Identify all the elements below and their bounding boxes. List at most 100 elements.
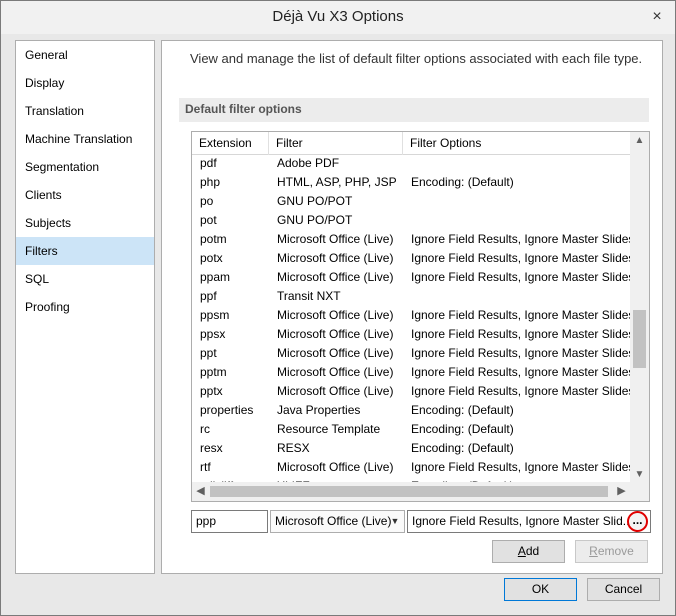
table-row[interactable]: properties Java Properties Encoding: (Defa… xyxy=(192,401,630,420)
table-row[interactable]: potm Microsoft Office (Live) Ignore Field … xyxy=(192,230,630,249)
filters-panel: View and manage the list of default filt… xyxy=(161,40,663,574)
cell-filter: Resource Template xyxy=(277,422,381,436)
vertical-scroll-thumb[interactable] xyxy=(633,310,646,368)
cell-extension: pptx xyxy=(200,384,223,398)
table-row[interactable]: ppam Microsoft Office (Live) Ignore Field … xyxy=(192,268,630,287)
column-header-filter[interactable]: Filter xyxy=(269,132,403,155)
nav-item-sql[interactable]: SQL xyxy=(16,265,154,293)
cell-filter: Microsoft Office (Live) xyxy=(277,384,394,398)
nav-item-clients[interactable]: Clients xyxy=(16,181,154,209)
scrollbar-corner xyxy=(630,482,649,501)
table-row[interactable]: ppf Transit NXT xyxy=(192,287,630,306)
table-row[interactable]: php HTML, ASP, PHP, JSP Encoding: (Default… xyxy=(192,173,630,192)
table-row[interactable]: ppsm Microsoft Office (Live) Ignore Field … xyxy=(192,306,630,325)
cell-filter-options: Ignore Field Results, Ignore Master Slid… xyxy=(411,308,630,322)
grid-body: pdf Adobe PDF php HTML, ASP, PHP, JSP Encodi… xyxy=(192,154,630,482)
cell-filter: Transit NXT xyxy=(277,289,341,303)
cell-extension: resx xyxy=(200,441,223,455)
filter-select[interactable]: Microsoft Office (Live) ▼ xyxy=(270,510,405,533)
cell-extension: ppt xyxy=(200,346,217,360)
chevron-down-icon[interactable]: ▼ xyxy=(388,511,402,532)
nav-item-subjects[interactable]: Subjects xyxy=(16,209,154,237)
cell-filter-options: Encoding: (Default) xyxy=(411,441,514,455)
nav-item-filters[interactable]: Filters xyxy=(16,237,154,265)
cell-filter: Microsoft Office (Live) xyxy=(277,365,394,379)
cell-filter-options: Ignore Field Results, Ignore Master Slid… xyxy=(411,384,630,398)
nav-item-proofing[interactable]: Proofing xyxy=(16,293,154,321)
cell-extension: ppf xyxy=(200,289,217,303)
cell-filter-options: Encoding: (Default) xyxy=(411,422,514,436)
cell-filter: Microsoft Office (Live) xyxy=(277,251,394,265)
options-dialog: Déjà Vu X3 Options × General Display Trans… xyxy=(0,0,676,616)
filter-grid[interactable]: Extension Filter Filter Options pdf Adobe… xyxy=(191,131,650,502)
cell-filter-options: Ignore Field Results, Ignore Master Slid… xyxy=(411,270,630,284)
cell-filter: Adobe PDF xyxy=(277,156,340,170)
table-row[interactable]: potx Microsoft Office (Live) Ignore Field … xyxy=(192,249,630,268)
close-icon[interactable]: × xyxy=(647,8,667,26)
scroll-down-icon[interactable]: ▼ xyxy=(630,466,649,483)
cell-extension: pdf xyxy=(200,156,217,170)
table-row[interactable]: pot GNU PO/POT xyxy=(192,211,630,230)
cell-extension: ppsm xyxy=(200,308,230,322)
cell-extension: pptm xyxy=(200,365,227,379)
panel-description: View and manage the list of default filt… xyxy=(190,51,643,66)
cell-filter: Microsoft Office (Live) xyxy=(277,460,394,474)
scroll-right-icon[interactable]: ▶ xyxy=(613,482,630,501)
cell-extension: ppam xyxy=(200,270,231,284)
table-row[interactable]: pptx Microsoft Office (Live) Ignore Field … xyxy=(192,382,630,401)
nav-item-general[interactable]: General xyxy=(16,41,154,69)
cell-extension: potx xyxy=(200,251,223,265)
cell-filter: Microsoft Office (Live) xyxy=(277,232,394,246)
table-row[interactable]: po GNU PO/POT xyxy=(192,192,630,211)
window-title: Déjà Vu X3 Options xyxy=(272,8,404,25)
table-row[interactable]: ppsx Microsoft Office (Live) Ignore Field … xyxy=(192,325,630,344)
table-row[interactable]: rc Resource Template Encoding: (Default) xyxy=(192,420,630,439)
cell-filter: GNU PO/POT xyxy=(277,194,353,208)
scroll-left-icon[interactable]: ◀ xyxy=(192,482,209,501)
cell-filter: GNU PO/POT xyxy=(277,213,353,227)
cell-extension: properties xyxy=(200,403,254,417)
filter-options-input[interactable]: Ignore Field Results, Ignore Master Slid… xyxy=(407,510,651,533)
cell-filter-options: Encoding: (Default) xyxy=(411,175,514,189)
table-row[interactable]: resx RESX Encoding: (Default) xyxy=(192,439,630,458)
browse-options-button[interactable]: ... xyxy=(627,511,648,532)
cell-extension: rtf xyxy=(200,460,211,474)
filter-select-value: Microsoft Office (Live) xyxy=(275,514,392,528)
nav-item-translation[interactable]: Translation xyxy=(16,97,154,125)
table-row[interactable]: pdf Adobe PDF xyxy=(192,154,630,173)
category-list[interactable]: General Display Translation Machine Transla… xyxy=(15,40,155,574)
section-title: Default filter options xyxy=(179,98,649,122)
cell-filter: Java Properties xyxy=(277,403,361,417)
table-row[interactable]: ppt Microsoft Office (Live) Ignore Field R… xyxy=(192,344,630,363)
nav-item-machine-translation[interactable]: Machine Translation xyxy=(16,125,154,153)
table-row[interactable]: pptm Microsoft Office (Live) Ignore Field … xyxy=(192,363,630,382)
cell-extension: rc xyxy=(200,422,210,436)
table-row[interactable]: rtf Microsoft Office (Live) Ignore Field R… xyxy=(192,458,630,477)
cell-filter-options: Ignore Field Results, Ignore Master Slid… xyxy=(411,460,630,474)
cell-filter-options: Ignore Field Results, Ignore Master Slid… xyxy=(411,327,630,341)
grid-header: Extension Filter Filter Options xyxy=(192,132,630,155)
remove-button[interactable]: Remove xyxy=(575,540,648,563)
cell-extension: po xyxy=(200,194,214,208)
cell-filter-options: Ignore Field Results, Ignore Master Slid… xyxy=(411,346,630,360)
cell-filter-options: Encoding: (Default) xyxy=(411,403,514,417)
horizontal-scroll-thumb[interactable] xyxy=(210,486,608,497)
extension-input[interactable]: ppp xyxy=(191,510,268,533)
cell-extension: ppsx xyxy=(200,327,226,341)
cancel-button[interactable]: Cancel xyxy=(587,578,660,601)
cell-extension: potm xyxy=(200,232,227,246)
ok-button[interactable]: OK xyxy=(504,578,577,601)
nav-item-display[interactable]: Display xyxy=(16,69,154,97)
horizontal-scrollbar[interactable]: ◀ ▶ xyxy=(192,482,630,501)
add-button[interactable]: Add xyxy=(492,540,565,563)
cell-filter: Microsoft Office (Live) xyxy=(277,346,394,360)
nav-item-segmentation[interactable]: Segmentation xyxy=(16,153,154,181)
title-bar: Déjà Vu X3 Options × xyxy=(1,1,675,34)
vertical-scrollbar[interactable]: ▲ ▼ xyxy=(630,132,649,483)
cell-filter: Microsoft Office (Live) xyxy=(277,308,394,322)
column-header-filter-options[interactable]: Filter Options xyxy=(403,132,630,155)
column-header-extension[interactable]: Extension xyxy=(192,132,269,155)
cell-extension: php xyxy=(200,175,221,189)
cell-filter-options: Ignore Field Results, Ignore Master Slid… xyxy=(411,232,630,246)
scroll-up-icon[interactable]: ▲ xyxy=(630,132,649,149)
